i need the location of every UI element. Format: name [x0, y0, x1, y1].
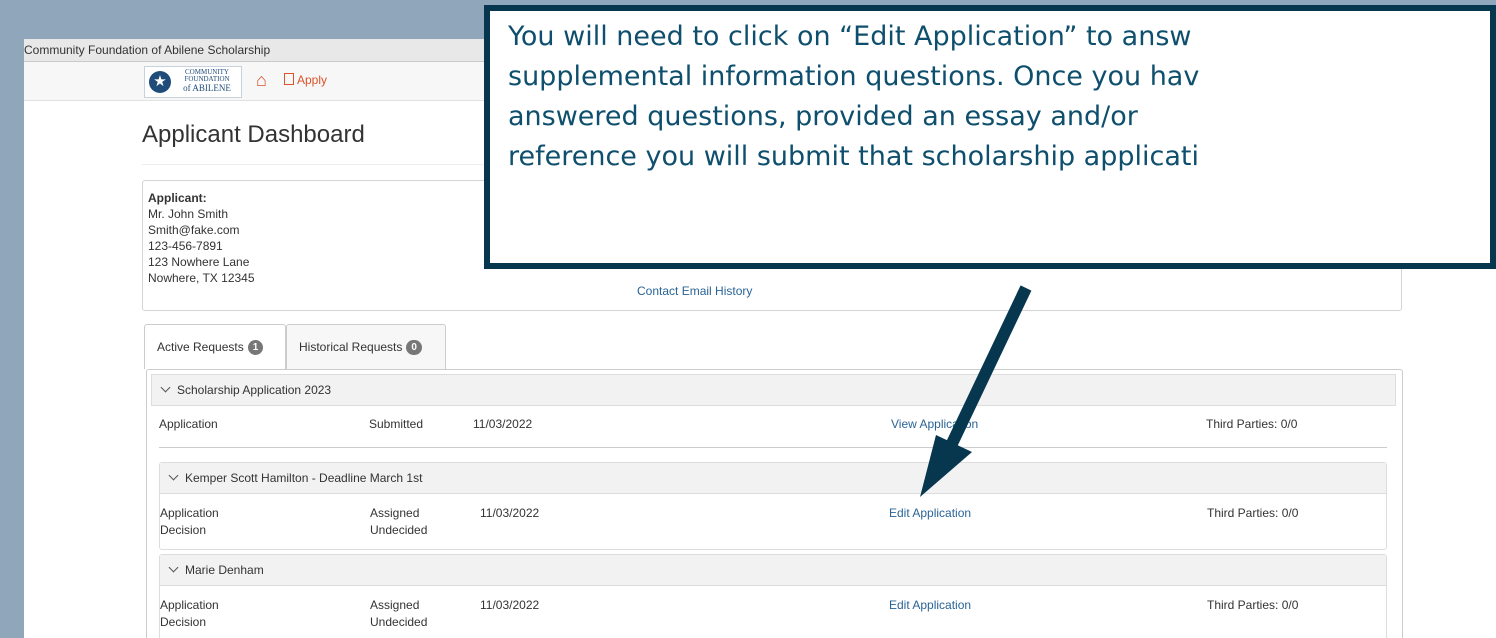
applicant-heading: Applicant: [148, 191, 207, 205]
request-date: 11/03/2022 [480, 506, 540, 520]
home-icon[interactable]: ⌂ [256, 71, 267, 89]
applicant-email: Smith@fake.com [148, 223, 240, 237]
section-title: Kemper Scott Hamilton - Deadline March 1… [185, 471, 423, 485]
tab-historical-requests[interactable]: Historical Requests 0 [286, 324, 446, 369]
applicant-details: Applicant: Mr. John Smith Smith@fake.com… [148, 190, 255, 286]
tab-label: Historical Requests [299, 340, 403, 354]
third-parties-count: Third Parties: 0/0 [1207, 598, 1299, 612]
callout-line-4: reference you will submit that scholarsh… [508, 141, 1199, 172]
award-section: Marie Denham Application Decision Assigne… [159, 554, 1387, 638]
requests-panel: Scholarship Application 2023 Application… [146, 369, 1403, 638]
apply-label: Apply [297, 73, 328, 87]
applicant-address-line-1: 123 Nowhere Lane [148, 255, 250, 269]
count-badge: 1 [247, 340, 264, 355]
callout-text: You will need to click on “Edit Applicat… [490, 11, 1490, 263]
row-divider [159, 447, 1387, 448]
document-icon [284, 73, 294, 85]
status-undecided: Undecided [370, 523, 428, 537]
request-type: Application [159, 417, 218, 431]
callout-line-1: You will need to click on “Edit Applicat… [508, 21, 1192, 52]
window-title: Community Foundation of Abilene Scholars… [24, 43, 271, 57]
applicant-phone: 123-456-7891 [148, 239, 223, 253]
applicant-name: Mr. John Smith [148, 207, 229, 221]
chevron-down-icon [168, 562, 179, 573]
scholarship-section-header[interactable]: Scholarship Application 2023 [151, 374, 1396, 406]
award-section-header[interactable]: Marie Denham [160, 555, 1386, 586]
status-assigned: Assigned [370, 506, 420, 520]
award-section: Kemper Scott Hamilton - Deadline March 1… [159, 462, 1387, 550]
status-undecided: Undecided [370, 615, 428, 629]
request-type: Application Decision [160, 505, 219, 539]
chevron-down-icon [168, 470, 179, 481]
chevron-down-icon [160, 382, 171, 393]
request-status: Submitted [369, 417, 424, 431]
callout-line-2: supplemental information questions. Once… [508, 61, 1200, 92]
page-title: Applicant Dashboard [142, 121, 365, 148]
star-icon: ★ [149, 71, 171, 93]
type-decision: Decision [160, 523, 207, 537]
tab-label: Active Requests [157, 340, 244, 354]
instruction-callout: You will need to click on “Edit Applicat… [484, 5, 1496, 269]
section-title: Marie Denham [185, 563, 264, 577]
request-status: Assigned Undecided [370, 597, 427, 631]
tab-active-requests[interactable]: Active Requests 1 [144, 324, 286, 369]
apply-link[interactable]: Apply [284, 73, 327, 87]
foundation-logo[interactable]: ★ COMMUNITY FOUNDATION of ABILENE [144, 66, 242, 98]
section-title: Scholarship Application 2023 [177, 383, 332, 397]
edit-application-link[interactable]: Edit Application [889, 597, 971, 614]
type-application: Application [160, 598, 219, 612]
request-date: 11/03/2022 [473, 417, 533, 431]
contact-email-history-link[interactable]: Contact Email History [637, 284, 752, 298]
logo-text: COMMUNITY FOUNDATION of ABILENE [175, 69, 239, 94]
third-parties-count: Third Parties: 0/0 [1207, 506, 1299, 520]
edit-application-link[interactable]: Edit Application [889, 505, 971, 522]
request-type: Application Decision [160, 597, 219, 631]
callout-line-3: answered questions, provided an essay an… [508, 101, 1138, 132]
request-date: 11/03/2022 [480, 598, 540, 612]
count-badge: 0 [406, 340, 422, 355]
request-status: Assigned Undecided [370, 505, 427, 539]
type-application: Application [160, 506, 219, 520]
view-application-link[interactable]: View Application [891, 416, 978, 433]
logo-line-2: FOUNDATION [184, 75, 230, 83]
third-parties-count: Third Parties: 0/0 [1206, 417, 1298, 431]
type-decision: Decision [160, 615, 207, 629]
status-assigned: Assigned [370, 598, 420, 612]
applicant-address-line-2: Nowhere, TX 12345 [148, 271, 255, 285]
logo-line-3: of ABILENE [183, 83, 231, 93]
award-section-header[interactable]: Kemper Scott Hamilton - Deadline March 1… [160, 463, 1386, 494]
